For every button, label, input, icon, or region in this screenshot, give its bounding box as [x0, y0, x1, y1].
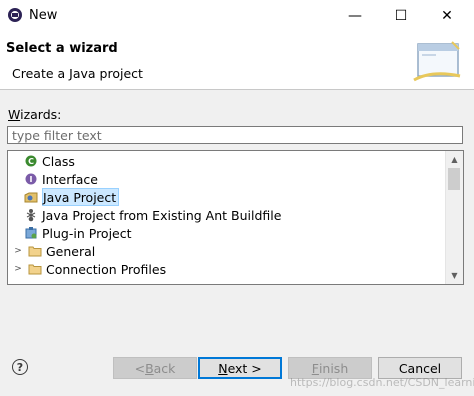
scroll-thumb[interactable] — [448, 168, 460, 190]
tree-item-interface[interactable]: I Interface — [24, 170, 463, 188]
svg-text:C: C — [28, 157, 34, 166]
next-button[interactable]: Next > — [198, 357, 282, 379]
folder-icon — [28, 244, 42, 258]
scroll-down-arrow-icon[interactable]: ▼ — [446, 267, 463, 284]
folder-icon — [28, 262, 42, 276]
header-subtitle: Create a Java project — [12, 66, 143, 81]
tree-item-java-project[interactable]: Java Project — [24, 188, 463, 206]
scroll-up-arrow-icon[interactable]: ▲ — [446, 151, 463, 168]
ant-icon — [24, 208, 38, 222]
eclipse-app-icon — [8, 8, 22, 22]
tree-item-connection-profiles[interactable]: > Connection Profiles — [8, 260, 448, 278]
watermark: https://blog.csdn.net/CSDN_learning — [290, 376, 474, 389]
interface-icon: I — [24, 172, 38, 186]
back-button[interactable]: < Back — [113, 357, 197, 379]
close-button[interactable]: ✕ — [424, 0, 470, 31]
filter-input[interactable] — [7, 126, 463, 144]
plugin-project-icon — [24, 226, 38, 240]
svg-text:I: I — [30, 175, 33, 184]
maximize-button[interactable]: ☐ — [378, 0, 424, 31]
expand-arrow-icon[interactable]: > — [12, 264, 24, 274]
title-bar: New — ☐ ✕ — [0, 0, 474, 31]
tree-item-plugin-project[interactable]: Plug-in Project — [24, 224, 463, 242]
tree-item-general[interactable]: > General — [8, 242, 448, 260]
minimize-button[interactable]: — — [332, 0, 378, 31]
expand-arrow-icon[interactable]: > — [12, 246, 24, 256]
tree-item-java-project-ant[interactable]: Java Project from Existing Ant Buildfile — [24, 206, 463, 224]
class-icon: C — [24, 154, 38, 168]
wizards-label: Wizards: — [8, 107, 62, 122]
tree-item-class[interactable]: C Class — [24, 152, 463, 170]
selected-highlight: Java Project — [42, 188, 120, 206]
tree-scrollbar[interactable]: ▲ ▼ — [445, 151, 463, 284]
help-icon[interactable]: ? — [12, 359, 28, 375]
wizard-tree[interactable]: C Class I Interface Java Project Java Pr… — [7, 150, 464, 285]
wizard-banner-icon — [413, 41, 461, 82]
window-title: New — [29, 8, 58, 23]
java-project-icon — [24, 190, 38, 204]
header-title: Select a wizard — [6, 41, 118, 56]
wizard-header: Select a wizard Create a Java project — [0, 31, 474, 90]
